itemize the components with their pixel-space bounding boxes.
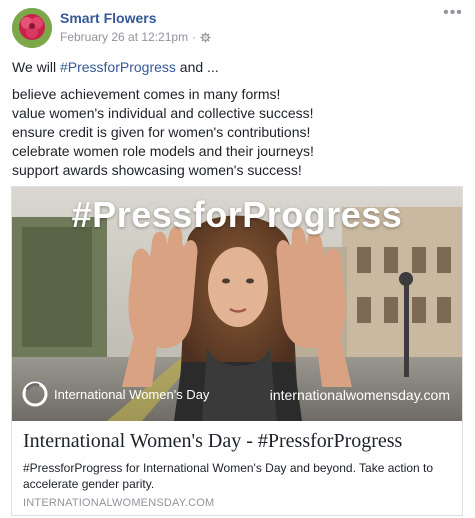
hashtag-link[interactable]: #PressforProgress (60, 59, 176, 75)
link-preview-image[interactable]: #PressforProgress International Women's … (12, 187, 462, 421)
image-url-text: internationalwomensday.com (269, 387, 450, 403)
post-meta: February 26 at 12:21pm · (60, 30, 211, 44)
flower-icon (12, 8, 52, 48)
link-domain: INTERNATIONALWOMENSDAY.COM (23, 497, 215, 509)
more-options-button[interactable]: ••• (443, 5, 463, 24)
iwd-logo: International Women's Day (22, 381, 209, 407)
message-intro: We will #PressforProgress and ... (12, 58, 463, 77)
facebook-post: Smart Flowers February 26 at 12:21pm · •… (0, 0, 475, 518)
message-line: celebrate women role models and their jo… (12, 143, 314, 159)
message-line: support awards showcasing women's succes… (12, 162, 302, 178)
link-title[interactable]: International Women's Day - #PressforPro… (23, 430, 453, 453)
post-timestamp[interactable]: February 26 at 12:21pm (60, 30, 188, 44)
iwd-logo-icon (22, 381, 48, 407)
link-preview-card[interactable]: #PressforProgress International Women's … (11, 186, 463, 516)
link-description: #PressforProgress for International Wome… (23, 461, 434, 491)
meta-separator: · (192, 30, 197, 44)
avatar[interactable] (12, 8, 52, 48)
message-line: value women's individual and collective … (12, 105, 314, 121)
post-message: We will #PressforProgress and ... believ… (12, 58, 463, 180)
intro-suffix: and ... (175, 59, 219, 75)
iwd-logo-text: International Women's Day (54, 386, 210, 402)
gear-icon[interactable] (200, 31, 211, 43)
image-headline: #PressforProgress (71, 194, 403, 235)
link-preview-body[interactable]: International Women's Day - #PressforPro… (12, 421, 462, 515)
post-header: Smart Flowers February 26 at 12:21pm · •… (12, 5, 463, 50)
author-name[interactable]: Smart Flowers (60, 10, 156, 26)
message-line: ensure credit is given for women's contr… (12, 124, 311, 140)
message-line: believe achievement comes in many forms! (12, 86, 281, 102)
intro-prefix: We will (12, 59, 60, 75)
